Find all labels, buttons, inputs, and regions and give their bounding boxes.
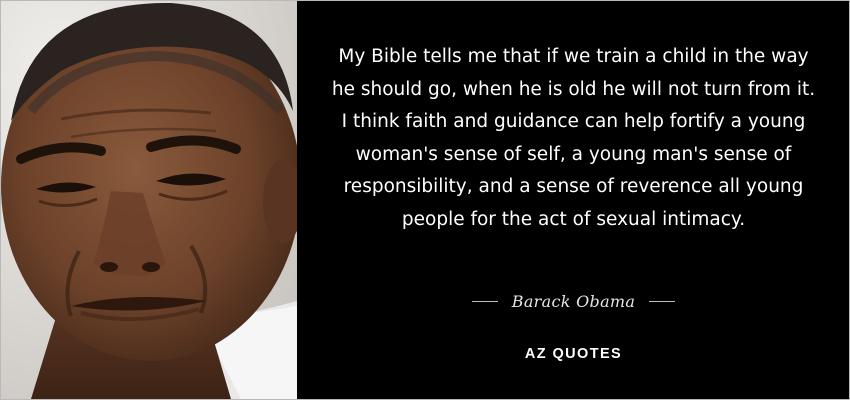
portrait-illustration bbox=[1, 1, 297, 399]
right-dash-divider bbox=[649, 300, 676, 302]
quote-text: My Bible tells me that if we train a chi… bbox=[331, 46, 816, 230]
quote-panel: My Bible tells me that if we train a chi… bbox=[298, 1, 849, 399]
author-attribution: Barack Obama bbox=[298, 287, 849, 315]
az-quotes-logo: AZ QUOTES bbox=[524, 346, 623, 362]
author-name: Barack Obama bbox=[511, 291, 636, 311]
left-dash-divider bbox=[471, 300, 498, 302]
author-portrait-photo bbox=[1, 1, 297, 399]
quote-card: My Bible tells me that if we train a chi… bbox=[0, 0, 850, 400]
